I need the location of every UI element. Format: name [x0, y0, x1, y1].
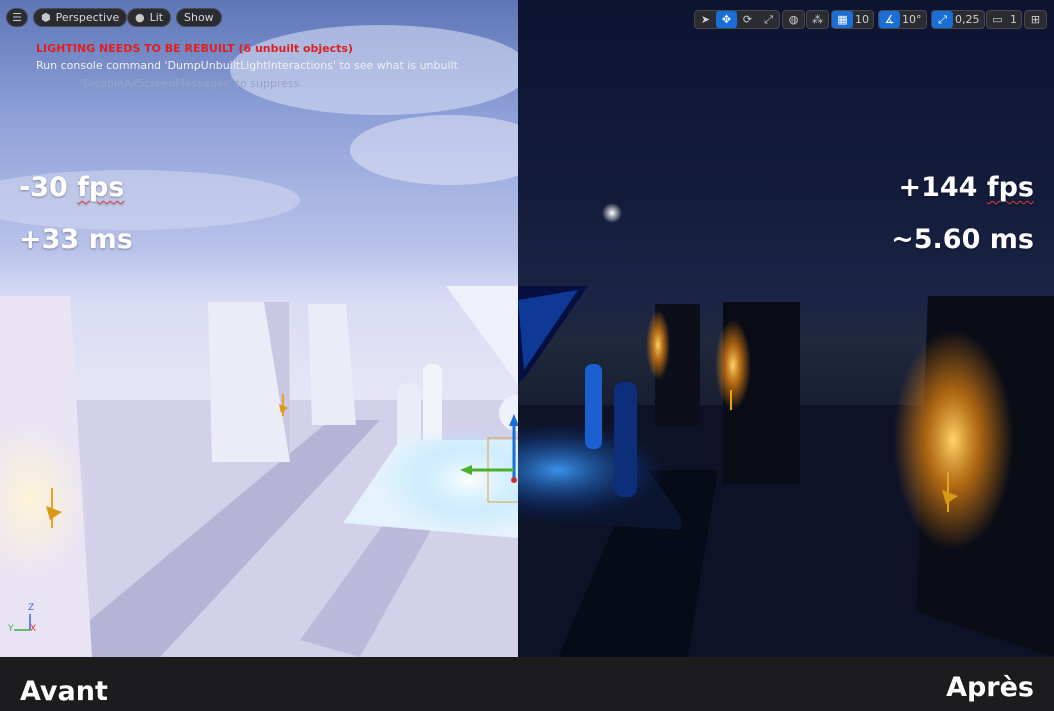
- cone: [446, 286, 518, 384]
- grid-snap-control[interactable]: ▦ 10: [831, 10, 874, 29]
- axis-y-label: Y: [8, 624, 14, 634]
- moon: [602, 203, 622, 223]
- camera-icon: ▭: [992, 13, 1003, 26]
- scale-snap-value: 0,25: [955, 13, 980, 26]
- console-command-hint: Run console command 'DumpUnbuiltLightInt…: [36, 59, 458, 72]
- lit-label: Lit: [149, 11, 164, 24]
- cube-icon: ⬢: [41, 11, 51, 24]
- perspective-button[interactable]: ⬢ Perspective: [33, 8, 128, 27]
- world-local-button[interactable]: ◍: [782, 10, 805, 29]
- show-label: Show: [184, 11, 214, 24]
- translate-tool-icon[interactable]: ✥: [716, 11, 737, 28]
- before-scene: [0, 25, 518, 657]
- axis-x-label: X: [30, 624, 37, 634]
- suppress-hint: 'DisableAllScreenMessages' to suppress: [80, 77, 300, 90]
- after-fps-unit: fps: [986, 172, 1034, 203]
- after-label: Après: [946, 672, 1034, 703]
- grid-snap-value: 10: [855, 13, 869, 26]
- before-fps-unit: fps: [77, 172, 125, 203]
- perspective-label: Perspective: [55, 11, 120, 24]
- before-fps-stat: -30 fps: [19, 172, 124, 203]
- select-tool-icon[interactable]: ➤: [695, 11, 716, 28]
- cone-lit-face: [518, 290, 578, 370]
- before-label: Avant: [20, 676, 108, 707]
- lit-sphere-icon: ●: [135, 11, 145, 24]
- rotation-snap-value: 10°: [902, 13, 922, 26]
- layout-grid-icon: ⊞: [1030, 13, 1041, 26]
- viewport-before-half: [0, 0, 518, 657]
- angle-icon: ∡: [879, 11, 900, 28]
- before-ms-stat: +33 ms: [19, 224, 133, 255]
- after-scene: [518, 203, 1054, 657]
- after-fps-value: +144: [898, 172, 978, 203]
- scale-snap-control[interactable]: ⤢ 0,25: [931, 10, 985, 29]
- camera-speed-value: 1: [1010, 13, 1017, 26]
- lighting-rebuild-warning: LIGHTING NEEDS TO BE REBUILT (6 unbuilt …: [36, 42, 353, 55]
- hamburger-icon: ☰: [12, 11, 22, 24]
- cylinder: [614, 382, 637, 497]
- cloud: [350, 115, 518, 185]
- surface-snap-button[interactable]: ⁂: [806, 10, 829, 29]
- lit-button[interactable]: ● Lit: [127, 8, 172, 27]
- scale-snap-icon: ⤢: [932, 11, 953, 28]
- light-glow: [646, 310, 670, 380]
- viewport-after-half: [518, 0, 1054, 657]
- before-fps-value: -30: [19, 172, 68, 203]
- rotation-snap-control[interactable]: ∡ 10°: [878, 10, 927, 29]
- scale-tool-icon[interactable]: ⤢: [758, 11, 779, 28]
- globe-icon: ◍: [788, 13, 799, 26]
- rotate-tool-icon[interactable]: ⟳: [737, 11, 758, 28]
- cylinder: [585, 364, 602, 449]
- show-button[interactable]: Show: [176, 8, 222, 27]
- wall-panel: [308, 304, 356, 425]
- surface-snap-icon: ⁂: [812, 13, 823, 26]
- level-viewport[interactable]: ☰ ⬢ Perspective ● Lit Show LIGHTING NEED…: [0, 0, 1054, 657]
- viewport-layout-button[interactable]: ⊞: [1024, 10, 1047, 29]
- after-ms-stat: ~5.60 ms: [891, 224, 1034, 255]
- after-fps-stat: +144 fps: [898, 172, 1034, 203]
- grid-icon: ▦: [832, 11, 853, 28]
- axis-z-label: Z: [28, 603, 35, 613]
- light-glow: [893, 330, 1013, 550]
- camera-speed-control[interactable]: ▭ 1: [986, 10, 1022, 29]
- transform-tools-group: ➤ ✥ ⟳ ⤢: [694, 10, 780, 29]
- light-glow: [715, 320, 751, 410]
- viewport-menu-button[interactable]: ☰: [6, 8, 28, 27]
